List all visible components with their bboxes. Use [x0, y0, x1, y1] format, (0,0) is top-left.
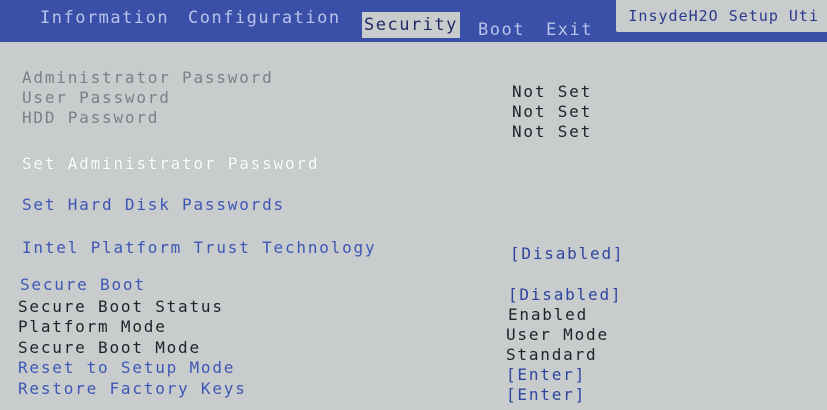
- bios-brand: InsydeH2O Setup Uti: [616, 0, 827, 32]
- administrator-password-value: Not Set: [512, 82, 593, 101]
- intel-ptt-item[interactable]: Intel Platform Trust Technology: [22, 238, 376, 257]
- restore-factory-keys-value[interactable]: [Enter]: [506, 385, 586, 404]
- security-panel: Administrator Password User Password HDD…: [0, 42, 827, 410]
- administrator-password-label: Administrator Password: [22, 68, 274, 87]
- menu-bar: Information Configuration Security Boot …: [0, 0, 827, 42]
- tab-security[interactable]: Security: [362, 12, 460, 38]
- platform-mode-value: User Mode: [506, 325, 609, 344]
- tab-boot[interactable]: Boot: [478, 18, 525, 42]
- restore-factory-keys-item[interactable]: Restore Factory Keys: [18, 379, 247, 398]
- user-password-value: Not Set: [512, 102, 593, 121]
- set-hard-disk-passwords-item[interactable]: Set Hard Disk Passwords: [22, 195, 285, 214]
- hdd-password-value: Not Set: [512, 122, 593, 141]
- platform-mode-label: Platform Mode: [18, 317, 167, 336]
- tab-configuration[interactable]: Configuration: [188, 6, 341, 30]
- tab-exit[interactable]: Exit: [546, 18, 593, 42]
- user-password-label: User Password: [22, 88, 171, 107]
- hdd-password-label: HDD Password: [22, 108, 160, 127]
- secure-boot-item[interactable]: Secure Boot: [20, 275, 146, 294]
- secure-boot-mode-label: Secure Boot Mode: [18, 338, 201, 357]
- secure-boot-mode-value: Standard: [506, 345, 598, 364]
- tab-information[interactable]: Information: [40, 6, 169, 30]
- secure-boot-value[interactable]: [Disabled]: [508, 285, 622, 304]
- reset-to-setup-mode-value[interactable]: [Enter]: [506, 365, 586, 384]
- secure-boot-status-label: Secure Boot Status: [18, 297, 224, 316]
- reset-to-setup-mode-item[interactable]: Reset to Setup Mode: [18, 358, 235, 377]
- set-administrator-password-item[interactable]: Set Administrator Password: [22, 154, 319, 173]
- secure-boot-status-value: Enabled: [508, 305, 589, 324]
- intel-ptt-value[interactable]: [Disabled]: [510, 244, 624, 263]
